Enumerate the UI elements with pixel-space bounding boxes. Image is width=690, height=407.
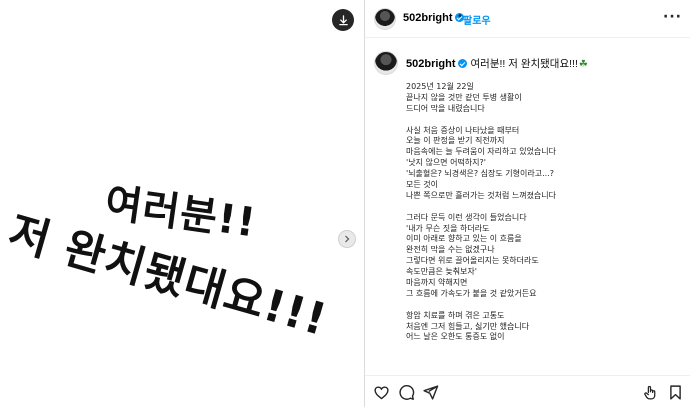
caption-body: 2025년 12월 22일 끝나지 않을 것만 같던 투병 생활이 드디어 막을 내… [406,82,686,343]
like-button[interactable] [373,384,390,401]
caption-line: 드디어 막을 내렸습니다 [406,103,485,113]
caption-line [406,300,686,311]
caption-line: 그렇다면 위로 끌어올리지는 못하더라도 [406,256,539,266]
caption-line: 나쁜 쪽으로만 흘러가는 것처럼 느껴졌습니다 [406,190,557,200]
caption-line: '낫지 않으면 어떡하지?' [406,158,486,168]
caption-line: 끝나지 않을 것만 같던 투병 생활이 [406,92,522,102]
caption-line: '내가 무슨 짓을 하더라도 [406,223,490,233]
react-button[interactable] [642,384,659,401]
follow-button[interactable]: 팔로우 [463,12,491,27]
paper-plane-icon [423,385,439,400]
post-actions [365,375,690,407]
caption-line: '뇌출혈은? 뇌경색은? 심장도 기형이라고...? [406,169,554,179]
share-button[interactable] [422,384,439,401]
avatar[interactable] [374,8,396,30]
caption-line: 사실 처음 증상이 나타났을 때부터 [406,125,520,135]
caption-title: 여러분!! 저 완치됐대요!!! [470,58,578,70]
caption-line: 그러다 문득 이런 생각이 들었습니다 [406,212,527,222]
post-caption: 502bright 여러분!! 저 완치됐대요!!!☘ 2025년 12월 22일… [365,38,690,372]
verified-badge-icon [457,59,467,68]
more-options-button[interactable]: ··· [663,10,682,24]
caption-line: 항암 치료를 하며 겪은 고통도 [406,310,505,320]
caption-username[interactable]: 502bright [406,58,456,70]
chevron-right-icon [345,235,350,243]
post-media[interactable]: 여러분!! 저 완치됐대요!!! [0,0,364,407]
caption-line [406,202,686,213]
caption-line: 2025년 12월 22일 [406,82,474,91]
hand-pointer-icon [644,385,656,400]
caption-line: 그 흐름에 가속도가 붙을 것 같았거든요 [406,288,537,298]
download-button[interactable] [332,9,354,31]
post-header: 502bright • 팔로우 ··· [365,0,690,38]
bookmark-icon [670,385,681,400]
caption-line: 어느 날은 오한도 통증도 없이 [406,332,505,342]
caption-line: 마음까지 약해지면 [406,278,468,288]
download-icon [338,14,348,25]
caption-line: 오늘 이 판정을 받기 직전까지 [406,136,505,146]
caption-line [406,115,686,126]
caption-line: 이미 아래로 향하고 있는 이 흐름을 [406,234,522,244]
caption-line: 완전히 막을 수는 없겠구나 [406,245,495,255]
media-image: 여러분!! 저 완치됐대요!!! [0,0,364,407]
comment-icon [399,385,415,400]
caption-line: 마음속에는 늘 두려움이 자리하고 있었습니다 [406,147,557,157]
caption-line: 모든 것이 [406,180,438,190]
caption-avatar[interactable] [374,51,398,75]
post-sidebar: 502bright • 팔로우 ··· 502bright 여러분!! 저 완치됐… [364,0,690,407]
header-username[interactable]: 502bright [403,12,464,24]
clover-icon: ☘ [578,59,588,70]
caption-line: 속도만큼은 늦춰보자' [406,267,477,277]
header-username-text[interactable]: 502bright [403,12,453,24]
caption-header: 502bright 여러분!! 저 완치됐대요!!!☘ [406,56,588,71]
next-slide-button[interactable] [338,230,356,248]
heart-icon [374,386,389,400]
caption-line: 처음엔 그저 힘들고, 싫기만 했습니다 [406,321,530,331]
comment-button[interactable] [398,384,415,401]
bookmark-button[interactable] [667,384,684,401]
